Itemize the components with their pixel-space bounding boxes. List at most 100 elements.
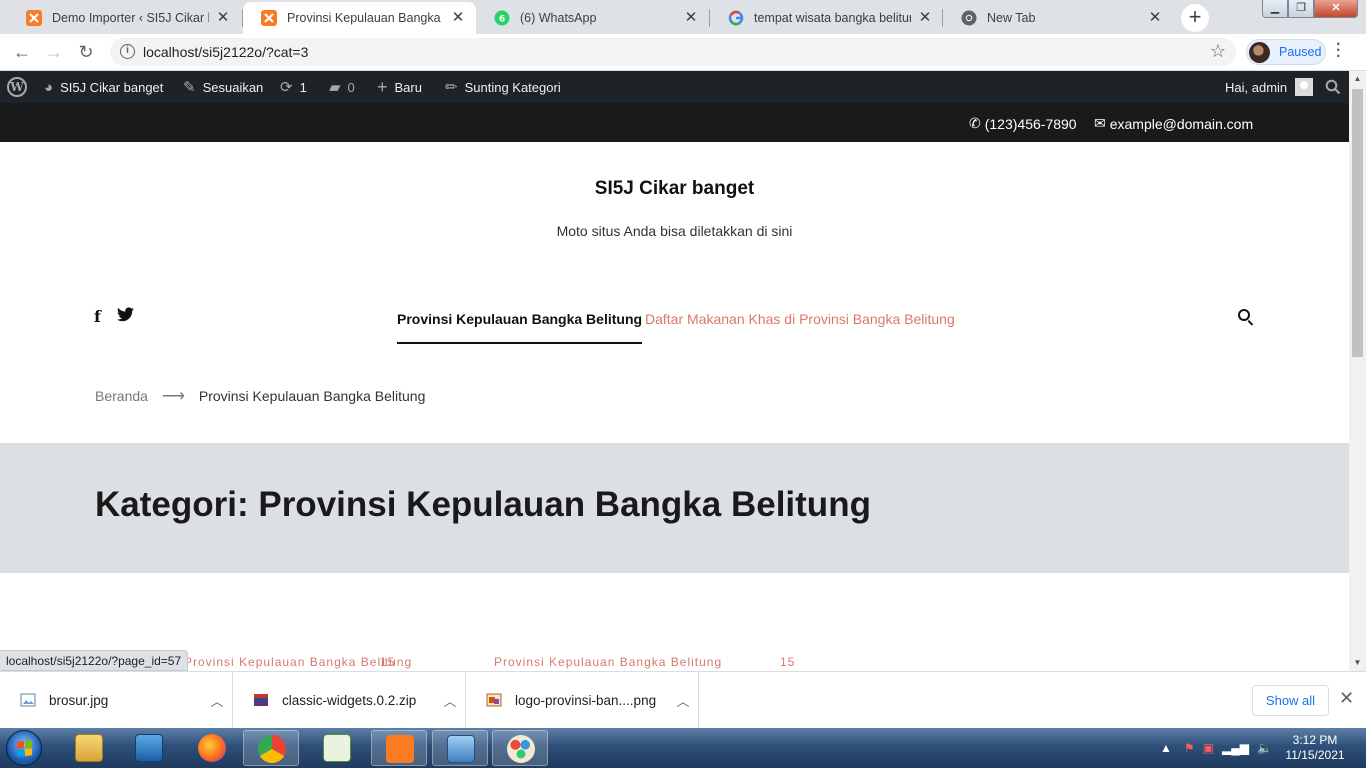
browser-menu-icon[interactable]: · · · [1336,37,1341,65]
taskbar-media-player[interactable] [121,730,177,766]
page-scrollbar[interactable]: ▲ ▼ [1349,71,1366,671]
taskbar-paint[interactable] [492,730,548,766]
site-name-menu[interactable]: ◕ SI5J Cikar banget [44,71,163,103]
back-button[interactable]: ← [10,40,34,64]
chevron-up-icon[interactable]: ︿ [202,691,232,710]
profile-button[interactable]: Paused [1246,39,1326,65]
menu-item-provinsi[interactable]: Provinsi Kepulauan Bangka Belitung [397,311,643,344]
whatsapp-icon: 6 [494,10,510,26]
address-bar[interactable]: i localhost/si5j2122o/?cat=3 ☆ [110,38,1236,66]
chrome-icon [961,10,977,26]
close-window-button[interactable]: ✕ [1314,0,1358,18]
close-tab-icon[interactable]: ✕ [450,10,466,26]
start-button[interactable] [6,730,42,766]
tab-title: tempat wisata bangka belitung [754,11,911,25]
twitter-icon[interactable] [117,307,134,327]
search-icon[interactable] [1237,308,1255,326]
menu-item-daftar-makanan[interactable]: Daftar Makanan Khas di Provinsi Bangka B… [645,311,955,327]
updates-count: 1 [299,79,307,95]
post-date[interactable]: 15 [380,655,395,669]
volume-icon[interactable]: 🔈 [1257,741,1272,755]
reload-button[interactable]: ↻ [74,40,98,64]
photo-viewer-icon [447,735,475,763]
xampp-icon [386,735,414,763]
user-avatar-icon [1295,78,1314,96]
download-item[interactable]: logo-provinsi-ban....png ︿ [466,672,699,728]
tab-google-search[interactable]: tempat wisata bangka belitung ✕ [710,2,943,34]
wp-admin-bar: W ◕ SI5J Cikar banget ✎ Sesuaikan ⟳ 1 ▰ … [0,71,1349,103]
close-tab-icon[interactable]: ✕ [215,10,231,26]
new-tab-button[interactable]: + [1181,4,1209,32]
site-title[interactable]: SI5J Cikar banget [0,178,1349,200]
scroll-down-arrow-icon[interactable]: ▼ [1349,655,1366,671]
taskbar-photo-viewer[interactable] [432,730,488,766]
chevron-up-icon[interactable]: ︿ [668,691,698,710]
facebook-icon[interactable]: f [94,307,101,326]
tab-whatsapp[interactable]: 6 (6) WhatsApp ✕ [476,2,709,34]
tab-title: New Tab [987,11,1036,25]
email-address: example@domain.com [1109,115,1254,132]
breadcrumb-home[interactable]: Beranda [95,388,148,404]
media-player-icon [135,734,163,762]
comments-count: 0 [347,79,355,95]
chevron-up-icon[interactable]: ︿ [435,691,465,710]
taskbar-diagram-app[interactable] [309,730,365,766]
comment-icon: ▰ [329,79,341,96]
greeting-label: Hai, admin [1225,79,1288,95]
show-hidden-icons-chevron-icon[interactable]: ▲ [1160,741,1172,755]
phone-contact[interactable]: ✆ (123)456-7890 [969,115,1077,132]
close-tab-icon[interactable]: ✕ [683,10,699,26]
page-title: Kategori: Provinsi Kepulauan Bangka Beli… [95,485,871,524]
wp-logo-menu[interactable]: W [7,71,27,103]
power-icon[interactable]: ▣ [1203,741,1214,755]
download-item[interactable]: brosur.jpg ︿ [0,672,233,728]
updates-menu[interactable]: ⟳ 1 [280,71,307,103]
customize-menu[interactable]: ✎ Sesuaikan [183,71,263,103]
download-item[interactable]: classic-widgets.0.2.zip ︿ [233,672,466,728]
close-tab-icon[interactable]: ✕ [1147,10,1163,26]
close-shelf-icon[interactable]: ✕ [1339,688,1354,709]
taskbar-firefox[interactable] [184,730,240,766]
post-category-link[interactable]: Provinsi Kepulauan Bangka Belitung [494,655,722,669]
post-date[interactable]: 15 [780,655,795,669]
taskbar-xampp[interactable] [371,730,427,766]
post-category-link[interactable]: Provinsi Kepulauan Bangka Belitung [184,655,412,669]
taskbar-clock[interactable]: 3:12 PM 11/15/2021 [1280,733,1350,763]
page-viewport: W ◕ SI5J Cikar banget ✎ Sesuaikan ⟳ 1 ▰ … [0,71,1366,671]
png-file-icon [486,693,502,707]
edit-category-menu[interactable]: ✏ Sunting Kategori [445,71,561,103]
email-contact[interactable]: ✉ example@domain.com [1094,115,1253,132]
download-filename: brosur.jpg [49,692,109,708]
xampp-icon [26,10,42,26]
new-content-menu[interactable]: + Baru [377,71,422,103]
window-controls: ▁ ❐ ✕ [1262,0,1358,18]
admin-search[interactable] [1325,71,1341,103]
network-signal-icon[interactable]: ▂▄▆ [1222,741,1249,755]
tab-new-tab[interactable]: New Tab ✕ [943,2,1173,34]
site-name-label: SI5J Cikar banget [60,79,164,95]
customize-label: Sesuaikan [202,79,264,95]
close-tab-icon[interactable]: ✕ [917,10,933,26]
minimize-button[interactable]: ▁ [1262,0,1288,18]
bookmark-star-icon[interactable]: ☆ [1210,41,1226,62]
windows-logo-icon [17,740,32,757]
scroll-up-arrow-icon[interactable]: ▲ [1349,71,1366,87]
tab-title: (6) WhatsApp [520,11,597,25]
url-text: localhost/si5j2122o/?cat=3 [143,44,309,60]
firefox-icon [198,734,226,762]
tab-demo-importer[interactable]: Demo Importer ‹ SI5J Cikar banget — Word… [8,2,241,34]
forward-button[interactable]: → [42,40,66,64]
action-center-flag-icon[interactable]: ⚑ [1184,741,1195,755]
tab-title: Provinsi Kepulauan Bangka Belitung [287,11,444,25]
taskbar-chrome[interactable] [243,730,299,766]
scrollbar-thumb[interactable] [1352,89,1363,357]
show-all-downloads-button[interactable]: Show all [1252,685,1329,716]
maximize-button[interactable]: ❐ [1288,0,1314,18]
theme-top-bar: ✆ (123)456-7890 ✉ example@domain.com [0,103,1349,142]
my-account-menu[interactable]: Hai, admin [1225,71,1314,103]
tab-provinsi[interactable]: Provinsi Kepulauan Bangka Belitung ✕ [243,2,476,34]
site-info-icon[interactable]: i [120,44,135,59]
chrome-icon [258,735,286,763]
taskbar-explorer[interactable] [61,730,117,766]
comments-menu[interactable]: ▰ 0 [329,71,355,103]
